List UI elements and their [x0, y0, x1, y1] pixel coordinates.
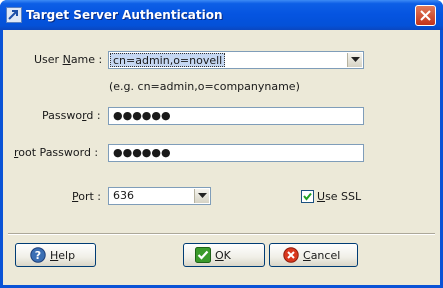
chevron-down-icon — [198, 193, 207, 198]
close-icon — [420, 10, 431, 21]
svg-text:?: ? — [35, 249, 41, 262]
cancel-button[interactable]: Cancel — [269, 243, 358, 267]
root-password-field[interactable]: ●●●●●● — [108, 144, 364, 162]
title-bar[interactable]: Target Server Authentication — [0, 0, 443, 30]
cancel-x-icon — [283, 247, 299, 263]
password-field[interactable]: ●●●●●● — [108, 107, 364, 125]
ok-button[interactable]: OK — [183, 243, 265, 267]
checkmark-icon — [303, 192, 312, 201]
app-arrow-icon — [6, 7, 22, 23]
ok-check-icon — [195, 247, 211, 263]
window-title: Target Server Authentication — [26, 8, 223, 22]
user-name-value: cn=admin,o=novell — [110, 53, 226, 67]
use-ssl-checkbox[interactable] — [301, 190, 314, 203]
port-combo[interactable]: 636 — [108, 187, 211, 205]
close-button[interactable] — [415, 5, 436, 26]
user-name-label: User Name : — [34, 53, 103, 66]
chevron-down-icon — [351, 57, 360, 62]
dialog-window: Target Server Authentication User Name :… — [0, 0, 443, 288]
help-button[interactable]: ? Help — [15, 243, 96, 267]
use-ssl-label[interactable]: Use SSL — [317, 190, 361, 203]
password-value: ●●●●●● — [113, 109, 171, 122]
user-name-hint: (e.g. cn=admin,o=companyname) — [109, 80, 300, 93]
port-label: Port : — [72, 190, 102, 203]
help-icon: ? — [30, 247, 46, 263]
port-dropdown-button[interactable] — [194, 189, 209, 203]
user-name-combo[interactable]: cn=admin,o=novell — [108, 51, 364, 69]
root-password-label: root Password : — [14, 146, 99, 159]
password-label: Password : — [42, 109, 101, 122]
separator — [8, 233, 435, 235]
root-password-value: ●●●●●● — [113, 146, 171, 159]
port-value: 636 — [113, 189, 134, 202]
dialog-content: User Name : cn=admin,o=novell (e.g. cn=a… — [3, 30, 440, 285]
user-name-dropdown-button[interactable] — [347, 53, 362, 67]
